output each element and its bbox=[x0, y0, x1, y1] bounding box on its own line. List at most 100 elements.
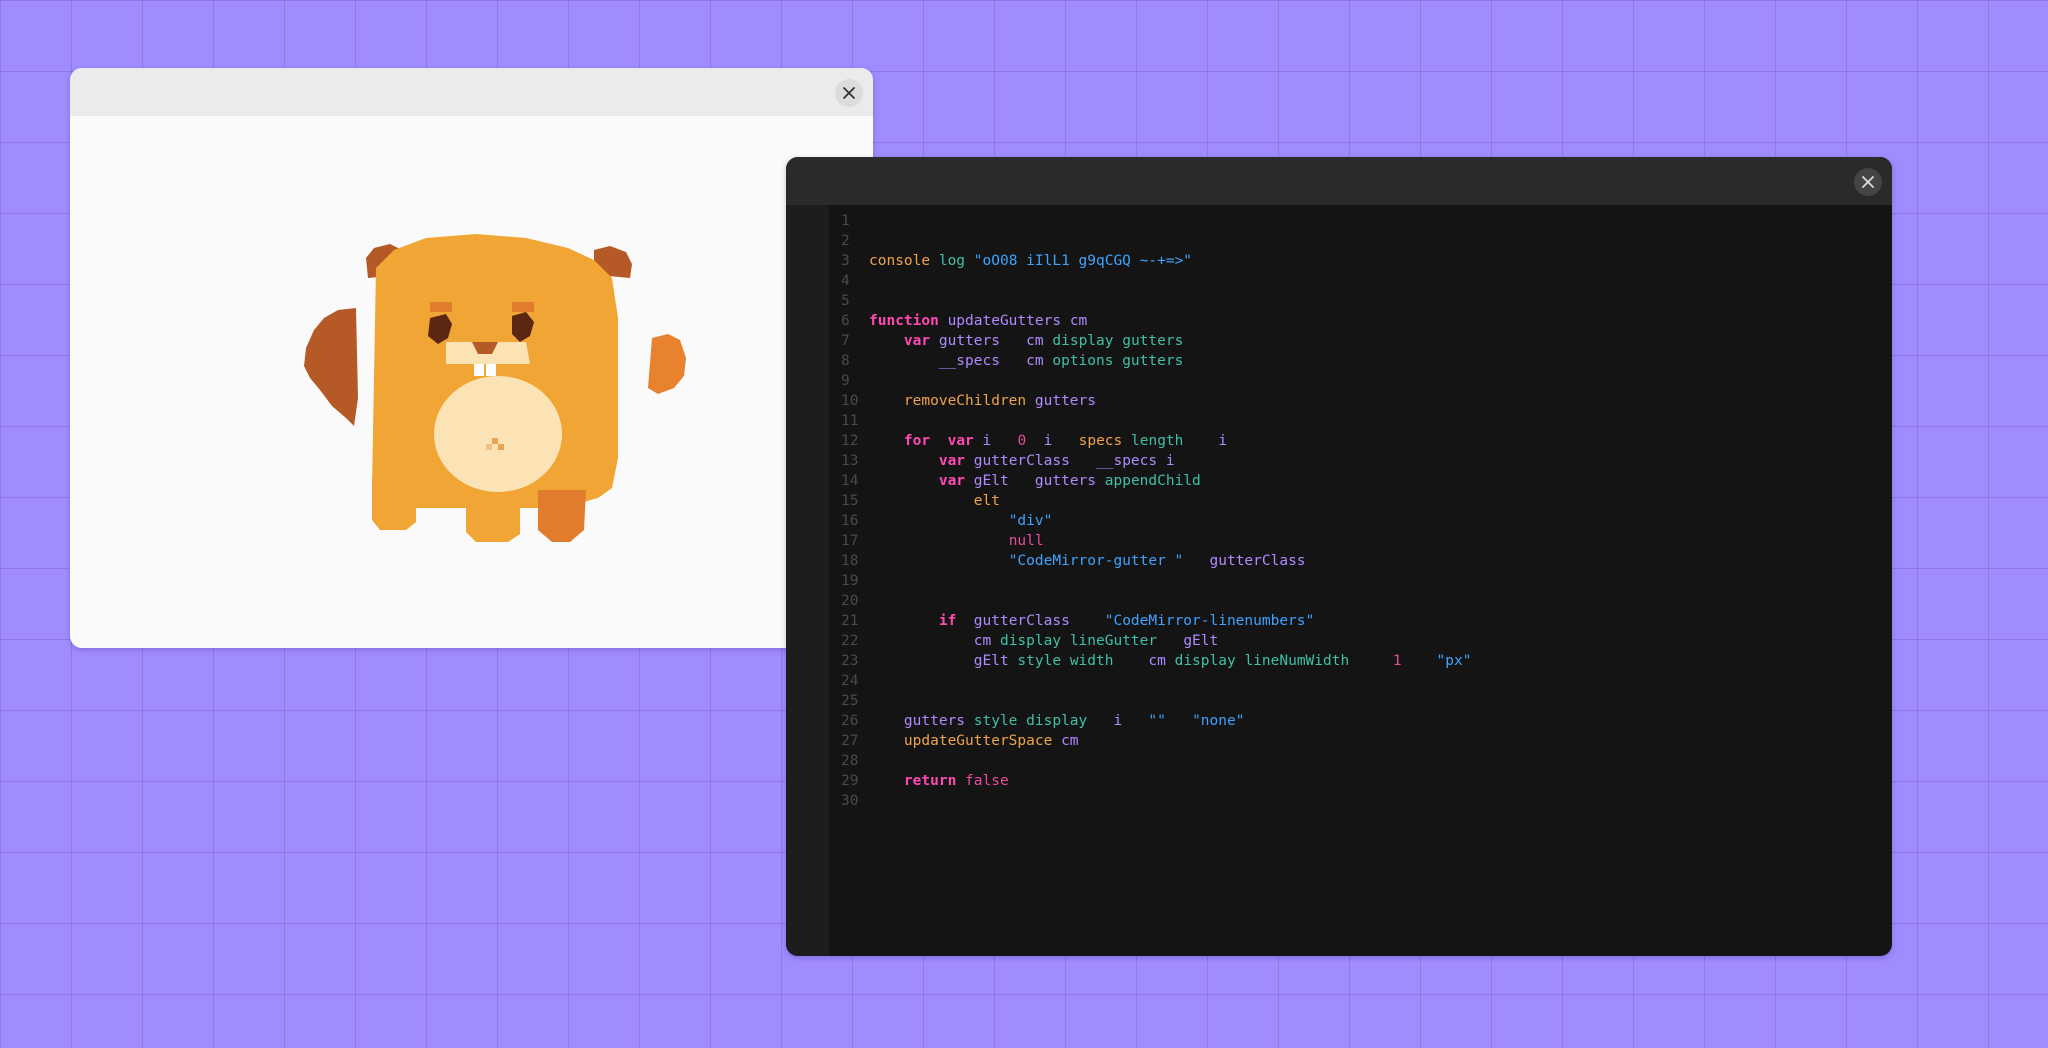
code-token: length bbox=[1131, 433, 1184, 449]
code-token: updateGutters bbox=[947, 313, 1062, 329]
code-line: 8 __specs cm options gutters bbox=[829, 351, 1892, 371]
code-line: 21 if gutterClass "CodeMirror-linenumber… bbox=[829, 611, 1892, 631]
code-token: cm bbox=[1061, 733, 1079, 749]
code-line: 20 bbox=[829, 591, 1892, 611]
code-token: null bbox=[1008, 533, 1044, 549]
code-token: var bbox=[938, 473, 966, 489]
line-number: 4 bbox=[841, 273, 850, 289]
code-token: gutterClass bbox=[973, 453, 1070, 469]
code-line: 12 for var i 0 i specs length i bbox=[829, 431, 1892, 451]
code-line: 3 console log "oO08 iIlL1 g9qCGQ ~-+=>" bbox=[829, 251, 1892, 271]
code-line: 27 updateGutterSpace cm bbox=[829, 731, 1892, 751]
code-token: gutterClass bbox=[973, 613, 1070, 629]
code-token: 1 bbox=[1392, 653, 1402, 669]
code-line: 14 var gElt gutters appendChild bbox=[829, 471, 1892, 491]
editor-body: 1 2 3 console log "oO08 iIlL1 g9qCGQ ~-+=… bbox=[786, 205, 1892, 956]
code-token: if bbox=[938, 613, 957, 629]
code-token: for bbox=[903, 433, 931, 449]
code-token: console bbox=[869, 253, 931, 269]
code-token: "oO08 iIlL1 g9qCGQ ~-+=>" bbox=[973, 253, 1193, 269]
code-token: i bbox=[1043, 433, 1053, 449]
code-token: cm bbox=[1148, 653, 1166, 669]
code-token: gElt bbox=[1183, 633, 1219, 649]
line-number: 10 bbox=[841, 393, 859, 409]
line-number: 21 bbox=[841, 613, 859, 629]
code-token: "div" bbox=[1008, 513, 1053, 529]
code-line: 10 removeChildren gutters bbox=[829, 391, 1892, 411]
code-token: "CodeMirror-gutter " bbox=[1008, 553, 1184, 569]
line-number: 27 bbox=[841, 733, 859, 749]
code-line: 17 null bbox=[829, 531, 1892, 551]
code-line: 24 bbox=[829, 671, 1892, 691]
code-token: display bbox=[1052, 333, 1114, 349]
code-token: style bbox=[973, 713, 1018, 729]
line-number: 9 bbox=[841, 373, 850, 389]
line-number: 5 bbox=[841, 293, 850, 309]
code-line: 2 bbox=[829, 231, 1892, 251]
close-icon[interactable] bbox=[835, 79, 863, 107]
code-token: i bbox=[1113, 713, 1123, 729]
line-number: 28 bbox=[841, 753, 859, 769]
code-line: 19 bbox=[829, 571, 1892, 591]
code-token: gutters bbox=[1122, 353, 1184, 369]
code-line: 30 bbox=[829, 791, 1892, 811]
image-window-titlebar[interactable] bbox=[70, 68, 873, 116]
code-token: i bbox=[1218, 433, 1228, 449]
close-icon[interactable] bbox=[1854, 168, 1882, 196]
code-token: var bbox=[947, 433, 974, 449]
code-editor-window: 1 2 3 console log "oO08 iIlL1 g9qCGQ ~-+=… bbox=[786, 157, 1892, 956]
code-token: gElt bbox=[973, 653, 1009, 669]
code-token: gutters bbox=[1034, 473, 1097, 489]
code-token: i bbox=[982, 433, 992, 449]
code-line: 22 cm display lineGutter gElt bbox=[829, 631, 1892, 651]
code-line: 4 bbox=[829, 271, 1892, 291]
line-number: 26 bbox=[841, 713, 859, 729]
editor-window-titlebar[interactable] bbox=[786, 157, 1892, 205]
code-line: 25 bbox=[829, 691, 1892, 711]
code-line: 6 function updateGutters cm bbox=[829, 311, 1892, 331]
code-token: "CodeMirror-linenumbers" bbox=[1104, 613, 1315, 629]
line-number: 15 bbox=[841, 493, 859, 509]
code-line: 23 gElt style width cm display lineNumWi… bbox=[829, 651, 1892, 671]
code-token: __specs bbox=[1096, 453, 1158, 469]
code-line: 16 "div" bbox=[829, 511, 1892, 531]
line-number: 12 bbox=[841, 433, 859, 449]
code-token: var bbox=[938, 453, 966, 469]
code-token: "none" bbox=[1192, 713, 1245, 729]
beaver-mascot-image bbox=[304, 234, 686, 542]
code-token: lineGutter bbox=[1069, 633, 1158, 649]
code-token: return bbox=[903, 773, 957, 789]
code-token: gutters bbox=[1122, 333, 1184, 349]
line-number: 23 bbox=[841, 653, 859, 669]
line-number: 19 bbox=[841, 573, 859, 589]
code-token: updateGutterSpace bbox=[903, 733, 1053, 749]
code-token: var bbox=[903, 333, 931, 349]
code-token: options bbox=[1052, 353, 1114, 369]
code-token: 0 bbox=[1017, 433, 1027, 449]
code-line: 1 bbox=[829, 211, 1892, 231]
code-token: gutters bbox=[1034, 393, 1096, 409]
code-token: style bbox=[1017, 653, 1062, 669]
line-number: 3 bbox=[841, 253, 850, 269]
code-token: display bbox=[1174, 653, 1236, 669]
code-token: function bbox=[869, 313, 939, 329]
line-number: 7 bbox=[841, 333, 850, 349]
code-line: 9 bbox=[829, 371, 1892, 391]
code-token: gutters bbox=[938, 333, 1000, 349]
line-number: 8 bbox=[841, 353, 850, 369]
code-line: 28 bbox=[829, 751, 1892, 771]
line-number: 16 bbox=[841, 513, 859, 529]
line-number: 2 bbox=[841, 233, 850, 249]
code-token: __specs bbox=[938, 353, 1000, 369]
code-line: 29 return false bbox=[829, 771, 1892, 791]
line-number: 13 bbox=[841, 453, 859, 469]
line-number: 6 bbox=[841, 313, 850, 329]
code-token: log bbox=[938, 253, 966, 269]
line-number: 22 bbox=[841, 633, 859, 649]
code-token: gutters bbox=[903, 713, 966, 729]
code-token: removeChildren bbox=[903, 393, 1027, 409]
code-token: cm bbox=[973, 633, 992, 649]
line-number: 14 bbox=[841, 473, 859, 489]
code-area[interactable]: 1 2 3 console log "oO08 iIlL1 g9qCGQ ~-+=… bbox=[829, 205, 1892, 956]
line-number: 17 bbox=[841, 533, 859, 549]
